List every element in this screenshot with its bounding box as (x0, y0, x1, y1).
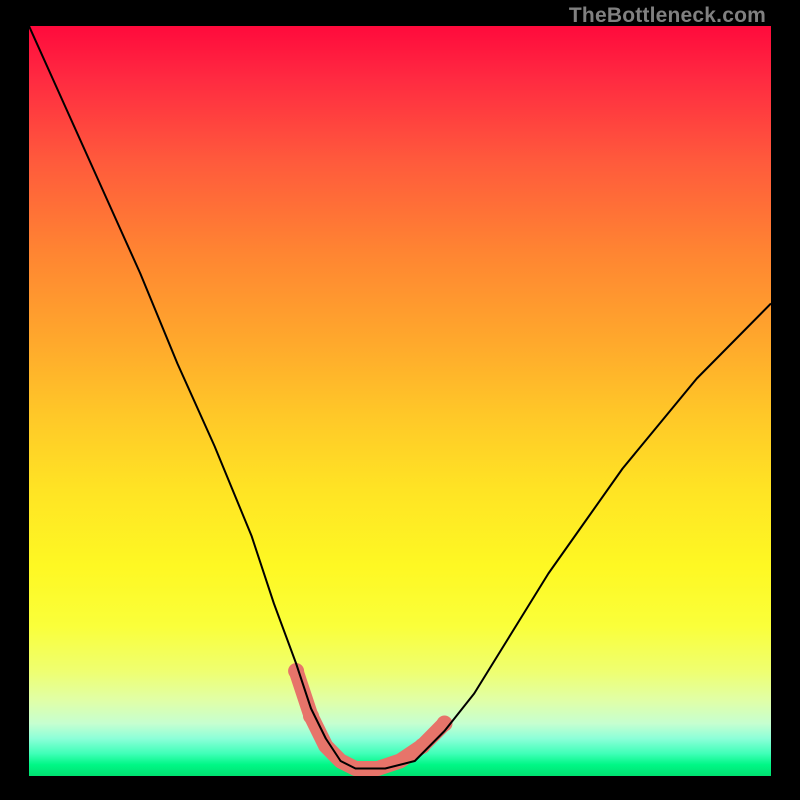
chart-frame: TheBottleneck.com (0, 0, 800, 800)
optimal-region-dots (288, 663, 452, 754)
curve-svg (29, 26, 771, 776)
bottleneck-curve (29, 26, 771, 769)
watermark-text: TheBottleneck.com (569, 4, 766, 28)
plot-area (29, 26, 771, 776)
optimal-region-dot (414, 738, 430, 754)
